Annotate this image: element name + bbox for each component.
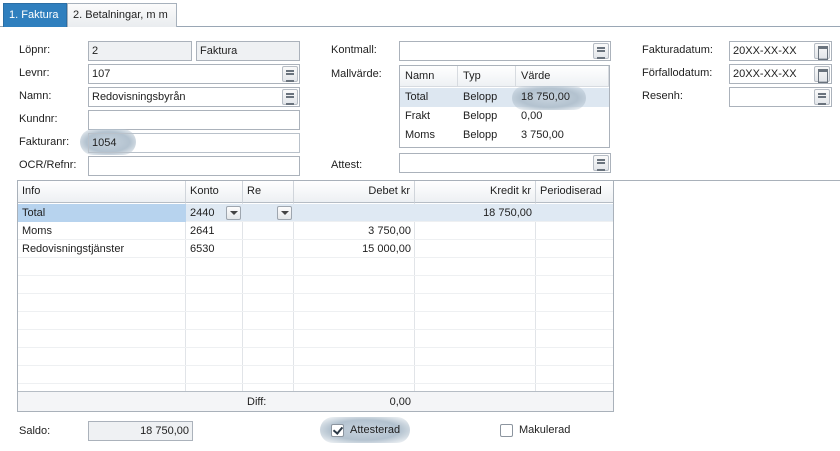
fakturanr-label: Fakturanr: (19, 136, 70, 148)
mallvarde-cell: Frakt (405, 110, 431, 122)
kundnr-field[interactable] (88, 110, 300, 130)
grid-header-debet[interactable]: Debet kr (294, 181, 415, 203)
fakturanr-field[interactable]: 1054 (88, 133, 300, 153)
ocr-label: OCR/Refnr: (19, 159, 77, 171)
grid-cell-kredit[interactable]: 18 750,00 (415, 204, 536, 222)
mallvarde-label: Mallvärde: (331, 68, 382, 80)
levnr-label: Levnr: (19, 67, 50, 79)
namn-label: Namn: (19, 90, 52, 102)
mallvarde-header-varde: Värde (516, 66, 609, 87)
mallvarde-cell: Moms (405, 129, 435, 141)
lopnr-field: 2 (88, 41, 192, 61)
attest-label: Attest: (331, 159, 363, 171)
grid-footer: Diff: 0,00 (18, 391, 613, 411)
table-row[interactable]: Redovisningstjänster 6530 15 000,00 (18, 240, 613, 258)
attesterad-checkbox[interactable] (331, 424, 344, 437)
table-row[interactable]: Moms 2641 3 750,00 (18, 222, 613, 240)
table-row[interactable] (18, 276, 613, 294)
resenh-lookup-icon[interactable] (814, 89, 830, 105)
namn-field[interactable]: Redovisningsbyrån (88, 87, 300, 107)
grid-header-info[interactable]: Info (18, 181, 186, 203)
grid-cell-info[interactable]: Moms (18, 222, 186, 240)
lopnr-label: Löpnr: (19, 44, 51, 56)
table-row[interactable] (18, 258, 613, 276)
attesterad-label[interactable]: Attesterad (350, 424, 400, 436)
table-row[interactable] (18, 330, 613, 348)
mallvarde-cell: Belopp (463, 129, 498, 141)
fakturadatum-calendar-icon[interactable] (814, 43, 830, 60)
saldo-field: 18 750,00 (88, 421, 193, 441)
makulerad-label[interactable]: Makulerad (519, 424, 570, 436)
mallvarde-header-typ: Typ (458, 66, 516, 87)
tab-bar: 1. Faktura 2. Betalningar, m m (0, 0, 840, 27)
kontmall-lookup-icon[interactable] (593, 43, 609, 59)
divider (614, 180, 840, 181)
diff-label: Diff: (247, 396, 267, 408)
makulerad-checkbox[interactable] (500, 424, 513, 437)
tab-faktura[interactable]: 1. Faktura (3, 3, 67, 27)
konto-grid: Info Konto Re Debet kr Kredit kr Periodi… (17, 180, 614, 412)
table-row[interactable] (18, 366, 613, 384)
saldo-label: Saldo: (19, 425, 51, 437)
grid-cell-konto[interactable]: 2440 (186, 204, 226, 222)
levnr-field[interactable]: 107 (88, 64, 300, 84)
grid-header-kredit[interactable]: Kredit kr (415, 181, 536, 203)
forfallodatum-label: Förfallodatum: (642, 67, 713, 79)
kontmall-label: Kontmall: (331, 44, 377, 56)
mallvarde-cell: Total (405, 91, 429, 103)
mallvarde-cell[interactable]: 0,00 (516, 107, 542, 126)
grid-cell-kredit[interactable] (415, 240, 536, 258)
konto-chevron-down-icon[interactable] (226, 206, 241, 220)
grid-cell-debet[interactable]: 3 750,00 (294, 222, 415, 240)
diff-value: 0,00 (389, 396, 411, 408)
mallvarde-cell: Belopp (463, 91, 498, 103)
mallvarde-header-namn: Namn (400, 66, 458, 87)
ocr-field[interactable] (88, 156, 300, 176)
kontmall-field[interactable] (399, 41, 611, 61)
table-row[interactable] (18, 348, 613, 366)
grid-header-periodiserad[interactable]: Periodiserad (536, 181, 613, 203)
levnr-lookup-icon[interactable] (282, 66, 298, 82)
grid-cell-info[interactable]: Redovisningstjänster (18, 240, 186, 258)
lopnr-type-field: Faktura (196, 41, 300, 61)
mallvarde-cell[interactable]: 3 750,00 (516, 126, 564, 145)
forfallodatum-calendar-icon[interactable] (814, 66, 830, 83)
mallvarde-table: Namn Typ Värde Total Belopp 18 750,00 Fr… (399, 65, 610, 148)
grid-cell-konto[interactable]: 2641 (186, 222, 243, 240)
grid-cell-info[interactable]: Total (18, 204, 186, 222)
namn-lookup-icon[interactable] (282, 89, 298, 105)
mallvarde-cell[interactable]: 18 750,00 (516, 88, 570, 107)
table-row[interactable] (18, 312, 613, 330)
mallvarde-cell: Belopp (463, 110, 498, 122)
resenh-label: Resenh: (642, 90, 683, 102)
grid-cell-kredit[interactable] (415, 222, 536, 240)
re-chevron-down-icon[interactable] (277, 206, 292, 220)
tab-betalningar[interactable]: 2. Betalningar, m m (67, 3, 177, 27)
grid-cell-debet[interactable] (294, 204, 415, 222)
attest-field[interactable] (399, 153, 611, 173)
table-row[interactable]: Total 2440 18 750,00 (18, 204, 613, 222)
kundnr-label: Kundnr: (19, 113, 58, 125)
grid-cell-konto[interactable]: 6530 (186, 240, 243, 258)
grid-header-konto[interactable]: Konto (186, 181, 243, 203)
table-row[interactable] (18, 294, 613, 312)
fakturadatum-label: Fakturadatum: (642, 44, 713, 56)
grid-header-re[interactable]: Re (243, 181, 294, 203)
grid-cell-debet[interactable]: 15 000,00 (294, 240, 415, 258)
attest-lookup-icon[interactable] (593, 155, 609, 171)
